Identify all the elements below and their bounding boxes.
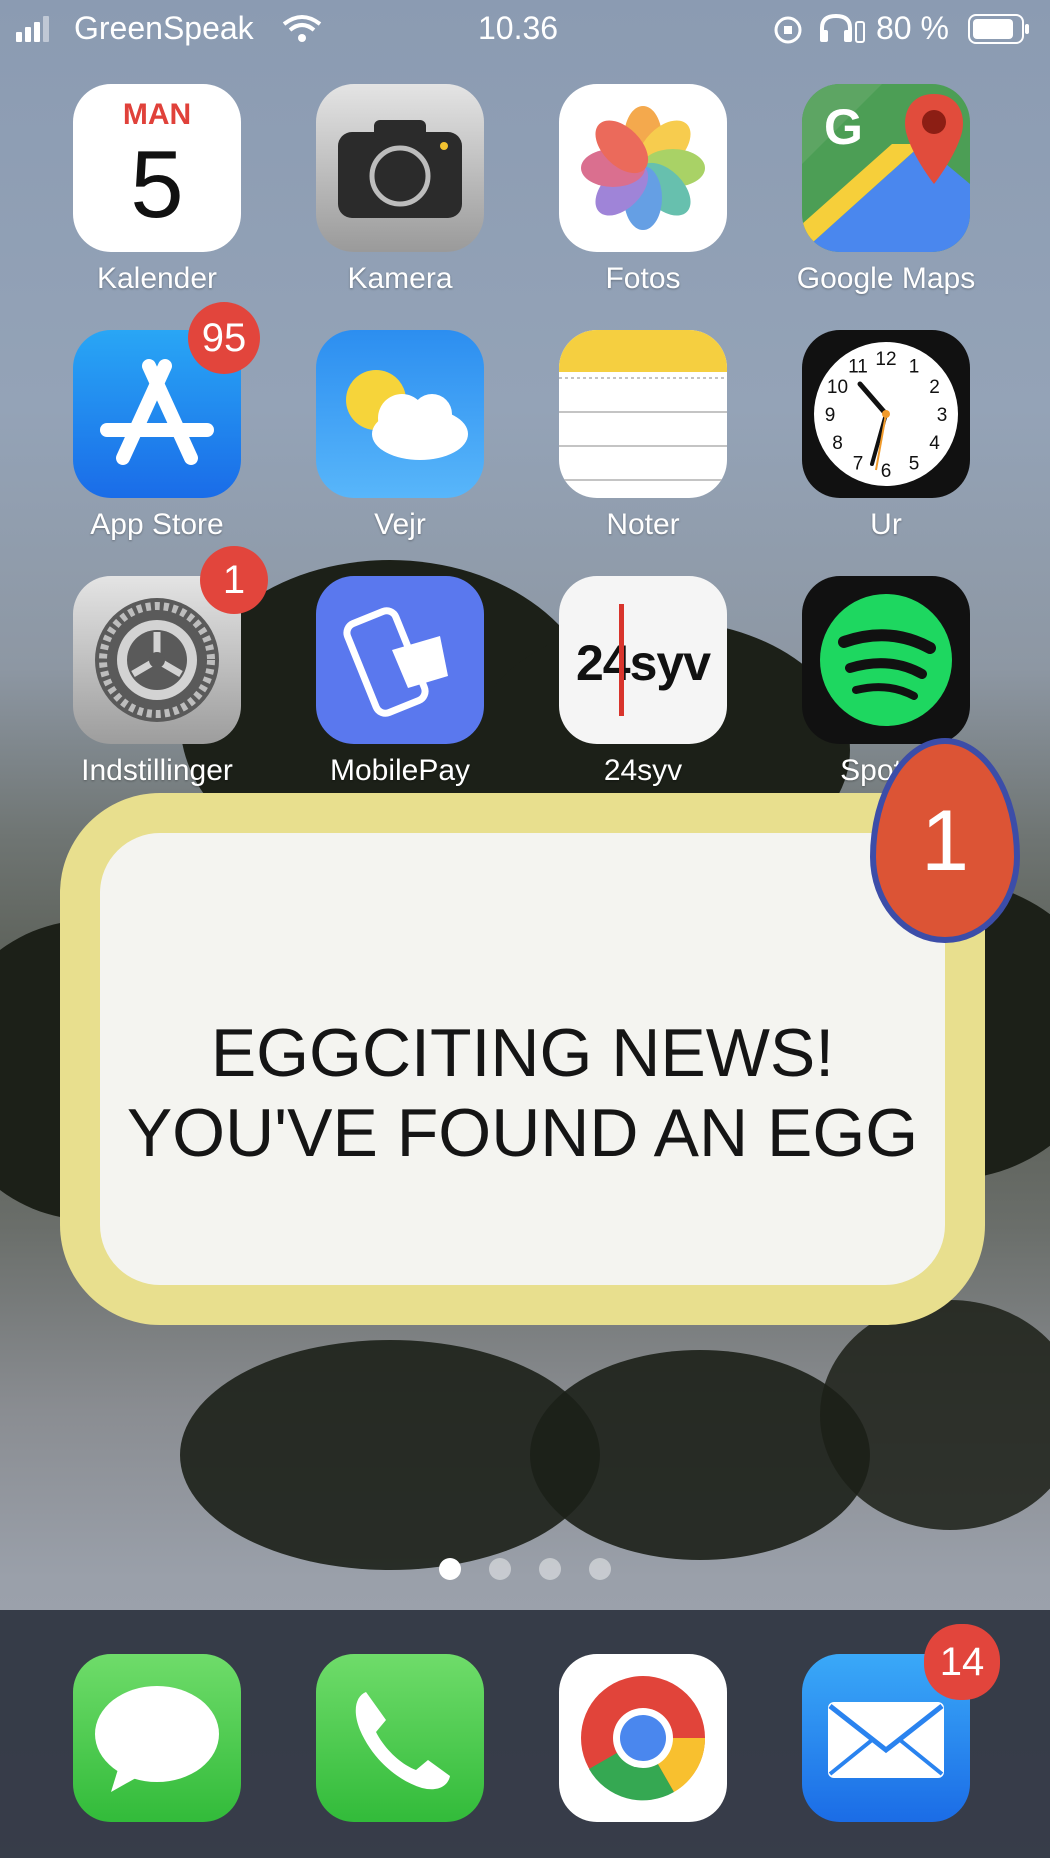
app-label: App Store (90, 508, 224, 541)
app-label: 24syv (603, 754, 683, 787)
clock-time: 10.36 (478, 10, 559, 46)
24syv-logo: 24syv (575, 635, 711, 691)
battery-icon (968, 14, 1029, 44)
battery-percent: 80 % (876, 10, 949, 46)
app-label: Kamera (347, 262, 453, 295)
notification-badge: 14 (924, 1624, 1000, 1700)
weather-icon (316, 330, 484, 498)
calendar-icon: MAN 5 (73, 84, 241, 252)
dock-app-chrome[interactable] (533, 1654, 753, 1822)
clock-numeral: 10 (827, 377, 848, 398)
app-fotos[interactable]: Fotos (533, 84, 753, 296)
egg-count: 1 (921, 793, 969, 889)
headphones-battery-icon (820, 13, 865, 43)
app-label: MobilePay (329, 754, 471, 787)
app-label: Google Maps (796, 262, 976, 295)
app-label: Indstillinger (81, 754, 233, 787)
app-label: Kalender (96, 262, 218, 295)
clock-numeral: 9 (825, 405, 836, 426)
photos-icon (559, 84, 727, 252)
clock-numeral: 4 (929, 433, 940, 454)
app-kamera[interactable]: Kamera (290, 84, 510, 296)
clock-numeral: 1 (909, 357, 920, 378)
phone-icon (316, 1654, 484, 1822)
app-label: Noter (606, 508, 680, 541)
camera-icon (316, 84, 484, 252)
clock-numeral: 6 (881, 461, 892, 482)
app-google-maps[interactable]: G Google Maps (776, 84, 996, 296)
signal-icon (16, 16, 49, 42)
notes-icon (559, 330, 727, 498)
egg-popup-message: EGGCITING NEWS! YOU'VE FOUND AN EGG (100, 1013, 945, 1173)
clock-icon: 12 1 2 3 4 5 6 7 8 9 10 11 (802, 330, 970, 498)
page-dot-active[interactable] (439, 1558, 461, 1580)
clock-numeral: 7 (853, 453, 864, 474)
page-dot[interactable] (589, 1558, 611, 1580)
calendar-day: MAN (122, 98, 192, 131)
egg-popup[interactable]: EGGCITING NEWS! YOU'VE FOUND AN EGG (60, 793, 985, 1325)
app-label: Vejr (374, 508, 426, 541)
page-dot[interactable] (489, 1558, 511, 1580)
page-indicator[interactable] (0, 1558, 1050, 1585)
clock-numeral: 3 (937, 405, 948, 426)
page-dot[interactable] (539, 1558, 561, 1580)
app-label: Ur (870, 508, 902, 541)
clock-numeral: 5 (909, 453, 920, 474)
status-bar: GreenSpeak 10.36 80 % (0, 0, 1050, 60)
app-24syv[interactable]: 24syv 24syv (533, 576, 753, 788)
clock-numeral: 11 (848, 357, 868, 378)
clock-numeral: 2 (929, 377, 940, 398)
notification-badge: 1 (200, 546, 268, 614)
google-maps-icon: G (802, 84, 970, 252)
app-mobilepay[interactable]: MobilePay (290, 576, 510, 788)
dock-app-messages[interactable] (47, 1654, 267, 1822)
popup-line-2: YOU'VE FOUND AN EGG (126, 1095, 919, 1171)
spotify-icon (802, 576, 970, 744)
chrome-icon (559, 1654, 727, 1822)
svg-text:G: G (824, 99, 863, 155)
calendar-date: 5 (130, 131, 184, 238)
messages-icon (73, 1654, 241, 1822)
wifi-icon (282, 15, 322, 42)
app-vejr[interactable]: Vejr (290, 330, 510, 542)
orientation-lock-icon (774, 16, 802, 44)
egg-popup-card: EGGCITING NEWS! YOU'VE FOUND AN EGG (100, 833, 945, 1285)
24syv-icon: 24syv (559, 576, 727, 744)
app-kalender[interactable]: MAN 5 Kalender (47, 84, 267, 296)
app-noter[interactable]: Noter (533, 330, 753, 542)
mobilepay-icon (316, 576, 484, 744)
clock-numeral: 12 (875, 349, 896, 370)
app-ur[interactable]: 12 1 2 3 4 5 6 7 8 9 10 11 Ur (776, 330, 996, 542)
dock-app-phone[interactable] (290, 1654, 510, 1822)
clock-numeral: 8 (832, 433, 843, 454)
popup-line-1: EGGCITING NEWS! (210, 1015, 835, 1091)
carrier-name: GreenSpeak (74, 10, 254, 46)
app-label: Fotos (605, 262, 681, 295)
notification-badge: 95 (188, 302, 260, 374)
